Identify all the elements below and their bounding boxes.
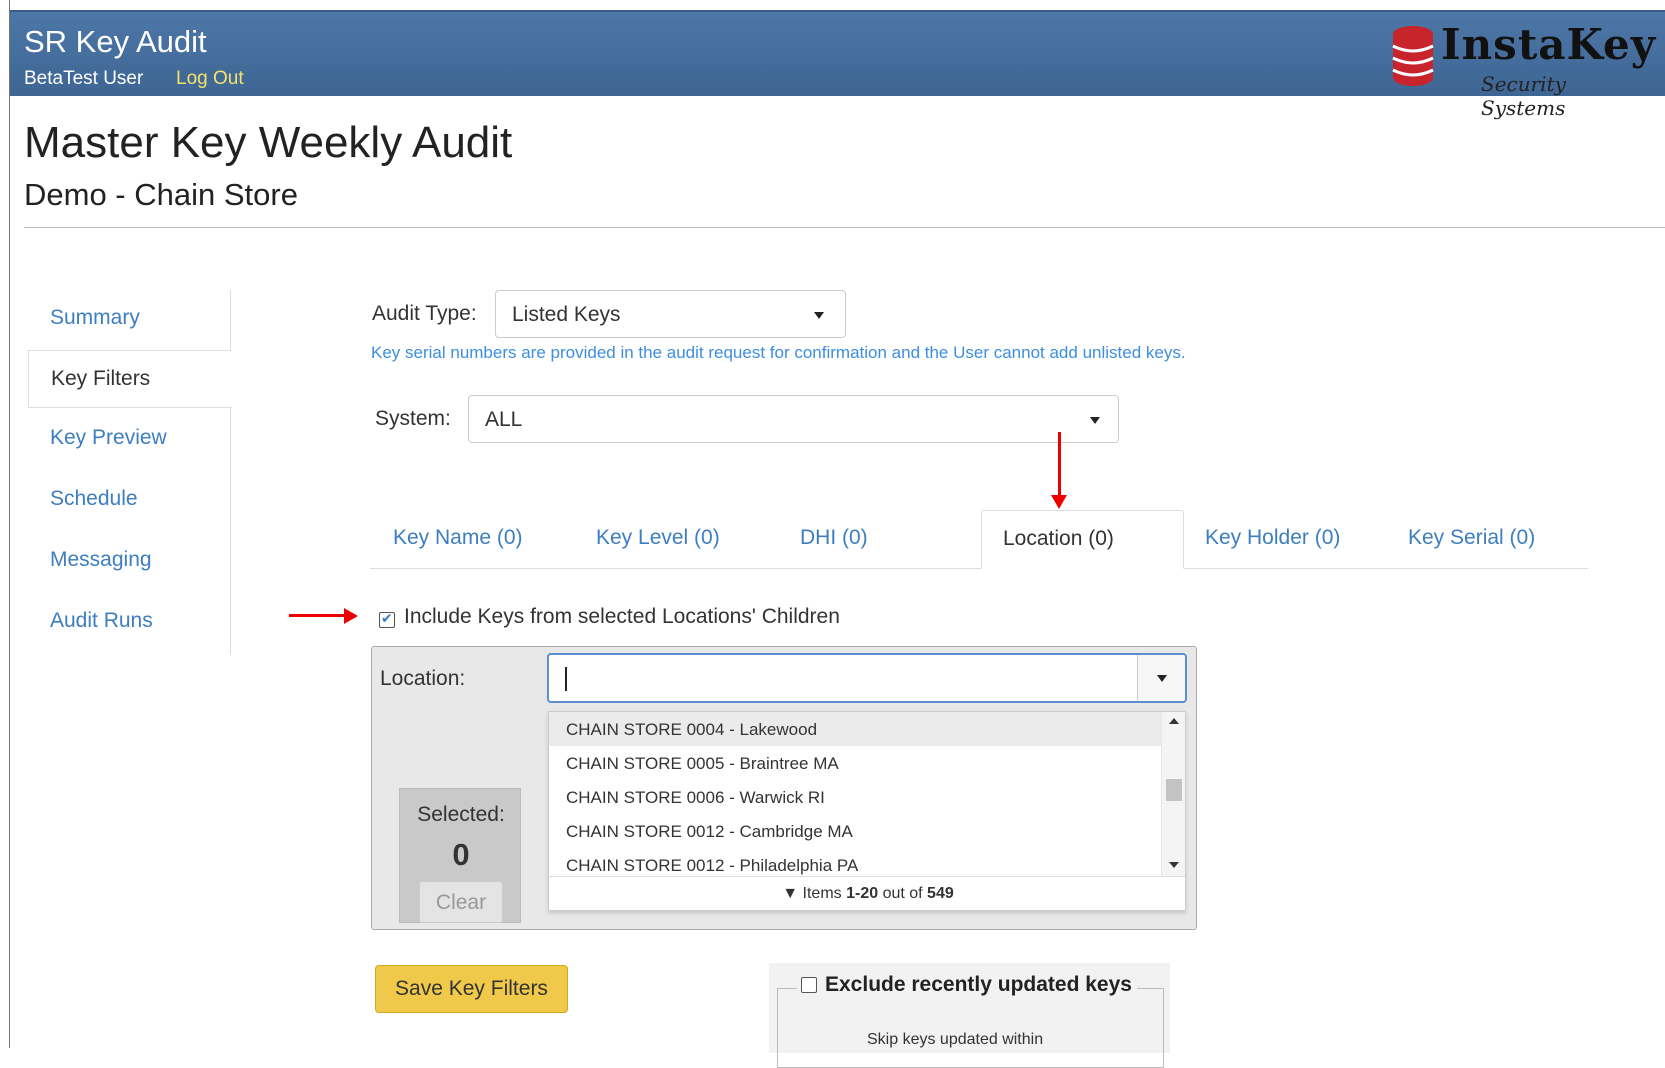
audit-type-value: Listed Keys — [512, 303, 621, 326]
list-item[interactable]: CHAIN STORE 0006 - Warwick RI — [549, 780, 1161, 814]
page-subtitle: Demo - Chain Store — [24, 177, 298, 212]
system-label: System: — [375, 407, 451, 430]
exclude-recent-panel: Exclude recently updated keys Skip keys … — [769, 963, 1170, 1068]
location-label: Location: — [380, 667, 466, 690]
caret-down-icon — [814, 312, 824, 319]
selected-label: Selected: — [417, 803, 505, 826]
clear-button[interactable]: Clear — [419, 881, 503, 923]
tab-dhi[interactable]: DHI (0) — [800, 510, 868, 568]
exclude-recent-checkbox[interactable] — [801, 977, 817, 993]
footer-range: 1-20 — [846, 885, 879, 902]
tab-key-level[interactable]: Key Level (0) — [596, 510, 720, 568]
key-stack-icon — [1392, 26, 1434, 86]
window-edge — [0, 0, 10, 1048]
tab-key-holder[interactable]: Key Holder (0) — [1205, 510, 1340, 568]
annotation-arrow-down-icon — [1051, 495, 1067, 509]
scroll-thumb[interactable] — [1166, 779, 1182, 801]
title-divider — [24, 227, 1665, 228]
sidebar-item-key-preview[interactable]: Key Preview — [28, 410, 231, 468]
exclude-sub-text: Skip keys updated within — [867, 1031, 1044, 1048]
sidebar-item-schedule[interactable]: Schedule — [28, 471, 231, 529]
footer-total: 549 — [927, 885, 954, 902]
logo-subtitle: Security Systems — [1481, 72, 1566, 120]
sidebar-item-summary[interactable]: Summary — [28, 290, 231, 348]
list-item[interactable]: CHAIN STORE 0012 - Cambridge MA — [549, 814, 1161, 848]
audit-type-hint: Key serial numbers are provided in the a… — [371, 343, 1186, 362]
logout-link[interactable]: Log Out — [176, 68, 244, 90]
dropdown-footer: ▼ Items 1-20 out of 549 — [549, 876, 1185, 910]
scroll-up-icon[interactable] — [1169, 718, 1179, 724]
caret-down-icon — [1090, 417, 1100, 424]
caret-down-icon — [1157, 675, 1167, 682]
footer-prefix: Items — [802, 885, 847, 902]
list-item[interactable]: CHAIN STORE 0005 - Braintree MA — [549, 746, 1161, 780]
page-title: Master Key Weekly Audit — [24, 118, 513, 167]
sidebar-item-messaging[interactable]: Messaging — [28, 532, 231, 590]
annotation-arrow-right-icon — [344, 608, 358, 624]
sidebar-nav: Summary Key Filters Key Preview Schedule… — [28, 290, 232, 655]
caret-down-icon[interactable]: ▼ — [782, 885, 798, 902]
sidebar-item-audit-runs[interactable]: Audit Runs — [28, 593, 231, 651]
dropdown-scrollbar[interactable] — [1161, 712, 1185, 876]
selected-count-box: Selected: 0 Clear — [399, 788, 521, 923]
audit-type-select[interactable]: Listed Keys — [495, 290, 846, 338]
system-value: ALL — [485, 408, 523, 431]
location-dropdown-list: CHAIN STORE 0004 - Lakewood CHAIN STORE … — [548, 711, 1186, 911]
app-title: SR Key Audit — [24, 24, 207, 59]
user-name: BetaTest User — [24, 68, 144, 89]
save-key-filters-button[interactable]: Save Key Filters — [375, 965, 568, 1013]
include-children-label: Include Keys from selected Locations' Ch… — [404, 605, 840, 628]
list-item[interactable]: CHAIN STORE 0004 - Lakewood — [549, 712, 1161, 746]
instakey-logo: InstaKey Security Systems — [1389, 20, 1655, 120]
annotation-arrow-line — [289, 614, 346, 617]
exclude-legend: Exclude recently updated keys — [797, 973, 1137, 997]
app-header: SR Key Audit BetaTest User Log Out Insta… — [10, 10, 1665, 120]
exclude-recent-label: Exclude recently updated keys — [825, 973, 1132, 996]
footer-mid: out of — [878, 885, 928, 902]
location-combobox-input[interactable] — [547, 653, 1187, 703]
tab-location[interactable]: Location (0) — [981, 510, 1184, 569]
tab-key-serial[interactable]: Key Serial (0) — [1408, 510, 1535, 568]
audit-type-label: Audit Type: — [372, 302, 477, 325]
tab-key-name[interactable]: Key Name (0) — [393, 510, 523, 568]
selected-count: 0 — [452, 837, 470, 872]
scroll-down-icon[interactable] — [1169, 862, 1179, 868]
system-select[interactable]: ALL — [468, 395, 1119, 443]
annotation-arrow-line — [1058, 432, 1061, 497]
text-cursor — [565, 667, 567, 691]
include-children-checkbox[interactable] — [379, 610, 395, 628]
exclude-fieldset — [777, 988, 1164, 1068]
tabs-baseline — [370, 568, 1588, 569]
sidebar-item-key-filters[interactable]: Key Filters — [28, 350, 232, 408]
location-dropdown-toggle[interactable] — [1137, 655, 1185, 701]
logo-text: InstaKey — [1441, 20, 1657, 69]
